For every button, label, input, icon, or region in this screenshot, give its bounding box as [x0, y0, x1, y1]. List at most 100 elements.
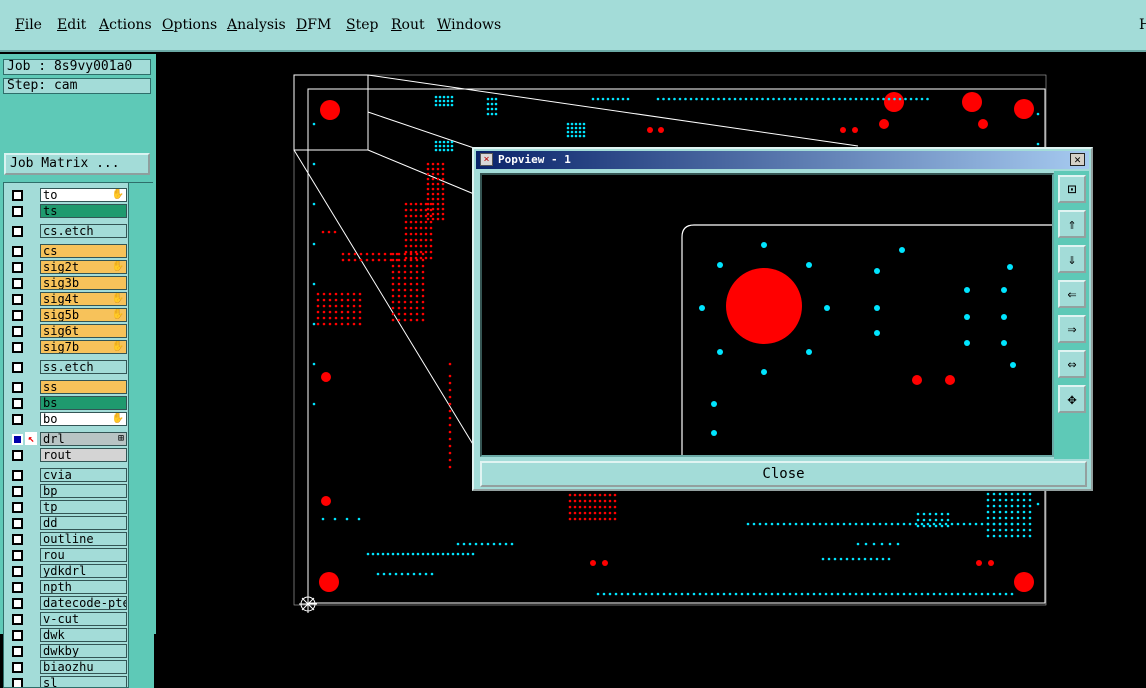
layer-row-npth[interactable]: npth: [10, 580, 127, 594]
layer-checkbox[interactable]: [12, 226, 23, 237]
layer-row-ss.etch[interactable]: ss.etch: [10, 360, 127, 374]
layer-name[interactable]: datecode-pte: [40, 596, 127, 610]
layer-row-cvia[interactable]: cvia: [10, 468, 127, 482]
layer-row-drl[interactable]: ↖ drl ⊞: [10, 432, 127, 446]
close-button[interactable]: Close: [480, 461, 1087, 487]
layer-name[interactable]: drl ⊞: [40, 432, 127, 446]
layer-name[interactable]: rout: [40, 448, 127, 462]
layer-checkbox[interactable]: [12, 434, 23, 445]
layer-row-rout[interactable]: rout: [10, 448, 127, 462]
layer-name[interactable]: sig7b ✋: [40, 340, 127, 354]
menu-rout[interactable]: Rout: [391, 17, 425, 33]
layer-checkbox[interactable]: [12, 582, 23, 593]
layer-row-sl[interactable]: sl: [10, 676, 127, 687]
layer-row-rou[interactable]: rou: [10, 548, 127, 562]
layer-name[interactable]: sig5b ✋: [40, 308, 127, 322]
job-matrix-button[interactable]: Job Matrix ...: [4, 153, 150, 175]
layer-name[interactable]: v-cut: [40, 612, 127, 626]
layer-row-sig2t[interactable]: sig2t ✋: [10, 260, 127, 274]
layer-name[interactable]: dwkby: [40, 644, 127, 658]
layer-checkbox[interactable]: [12, 598, 23, 609]
layer-checkbox[interactable]: [12, 310, 23, 321]
layer-checkbox[interactable]: [12, 342, 23, 353]
layer-name[interactable]: bs: [40, 396, 127, 410]
pan-right-icon[interactable]: ⇒: [1058, 315, 1086, 343]
menu-windows[interactable]: Windows: [437, 17, 501, 33]
layer-checkbox[interactable]: [12, 294, 23, 305]
layer-checkbox[interactable]: [12, 262, 23, 273]
menu-actions[interactable]: Actions: [99, 17, 152, 33]
menu-options[interactable]: Options: [162, 17, 217, 33]
menu-step[interactable]: Step: [346, 17, 378, 33]
layer-name[interactable]: npth: [40, 580, 127, 594]
layer-checkbox[interactable]: [12, 246, 23, 257]
layer-row-sig4t[interactable]: sig4t ✋: [10, 292, 127, 306]
pan-down-icon[interactable]: ⇓: [1058, 245, 1086, 273]
layer-checkbox[interactable]: [12, 470, 23, 481]
layer-checkbox[interactable]: [12, 486, 23, 497]
layer-name[interactable]: bo ✋: [40, 412, 127, 426]
layer-checkbox[interactable]: [12, 502, 23, 513]
layer-name[interactable]: tp: [40, 500, 127, 514]
layer-name[interactable]: cvia: [40, 468, 127, 482]
layer-name[interactable]: sig6t: [40, 324, 127, 338]
pan-left-icon[interactable]: ⇐: [1058, 280, 1086, 308]
layer-checkbox[interactable]: [12, 450, 23, 461]
popview-canvas[interactable]: [480, 173, 1054, 457]
layer-checkbox[interactable]: [12, 662, 23, 673]
layer-row-sig3b[interactable]: sig3b: [10, 276, 127, 290]
layer-checkbox[interactable]: [12, 534, 23, 545]
layer-checkbox[interactable]: [12, 326, 23, 337]
layer-name[interactable]: to ✋: [40, 188, 127, 202]
layer-checkbox[interactable]: [12, 518, 23, 529]
menu-file[interactable]: File: [15, 17, 42, 33]
layer-name[interactable]: ss.etch: [40, 360, 127, 374]
layer-checkbox[interactable]: [12, 678, 23, 687]
layer-checkbox[interactable]: [12, 614, 23, 625]
layer-checkbox[interactable]: [12, 566, 23, 577]
layer-row-dd[interactable]: dd: [10, 516, 127, 530]
layer-row-biaozhu[interactable]: biaozhu: [10, 660, 127, 674]
layer-row-dwkby[interactable]: dwkby: [10, 644, 127, 658]
layer-checkbox[interactable]: [12, 362, 23, 373]
layer-row-dwk[interactable]: dwk: [10, 628, 127, 642]
pan-up-icon[interactable]: ⇑: [1058, 210, 1086, 238]
menu-help[interactable]: H: [1139, 17, 1146, 33]
layer-row-sig5b[interactable]: sig5b ✋: [10, 308, 127, 322]
layer-name[interactable]: sig4t ✋: [40, 292, 127, 306]
layer-scrollbar[interactable]: [128, 183, 154, 688]
layer-name[interactable]: ss: [40, 380, 127, 394]
layer-checkbox[interactable]: [12, 646, 23, 657]
layer-row-bo[interactable]: bo ✋: [10, 412, 127, 426]
layer-checkbox[interactable]: [12, 414, 23, 425]
layer-checkbox[interactable]: [12, 190, 23, 201]
layer-name[interactable]: bp: [40, 484, 127, 498]
layer-name[interactable]: biaozhu: [40, 660, 127, 674]
layer-name[interactable]: cs.etch: [40, 224, 127, 238]
layer-checkbox[interactable]: [12, 278, 23, 289]
layer-row-bp[interactable]: bp: [10, 484, 127, 498]
layer-row-ss[interactable]: ss: [10, 380, 127, 394]
zoom-in-icon[interactable]: ⇔: [1058, 350, 1086, 378]
layer-name[interactable]: outline: [40, 532, 127, 546]
layer-row-sig6t[interactable]: sig6t: [10, 324, 127, 338]
layer-row-cs[interactable]: cs: [10, 244, 127, 258]
layer-row-to[interactable]: to ✋: [10, 188, 127, 202]
layer-row-bs[interactable]: bs: [10, 396, 127, 410]
layer-row-datecode-pte[interactable]: datecode-pte: [10, 596, 127, 610]
menu-edit[interactable]: Edit: [57, 17, 86, 33]
popview-title-bar[interactable]: × Popview - 1 ✕: [476, 151, 1089, 169]
layer-name[interactable]: cs: [40, 244, 127, 258]
layer-row-v-cut[interactable]: v-cut: [10, 612, 127, 626]
menu-dfm[interactable]: DFM: [296, 17, 331, 33]
layer-checkbox[interactable]: [12, 398, 23, 409]
layer-checkbox[interactable]: [12, 630, 23, 641]
zoom-out-icon[interactable]: ✥: [1058, 385, 1086, 413]
layer-name[interactable]: dwk: [40, 628, 127, 642]
layer-checkbox[interactable]: [12, 550, 23, 561]
zoom-fit-icon[interactable]: ⊡: [1058, 175, 1086, 203]
close-icon[interactable]: ✕: [1070, 153, 1085, 166]
layer-name[interactable]: sig3b: [40, 276, 127, 290]
menu-analysis[interactable]: Analysis: [227, 17, 286, 33]
layer-name[interactable]: ydkdrl: [40, 564, 127, 578]
